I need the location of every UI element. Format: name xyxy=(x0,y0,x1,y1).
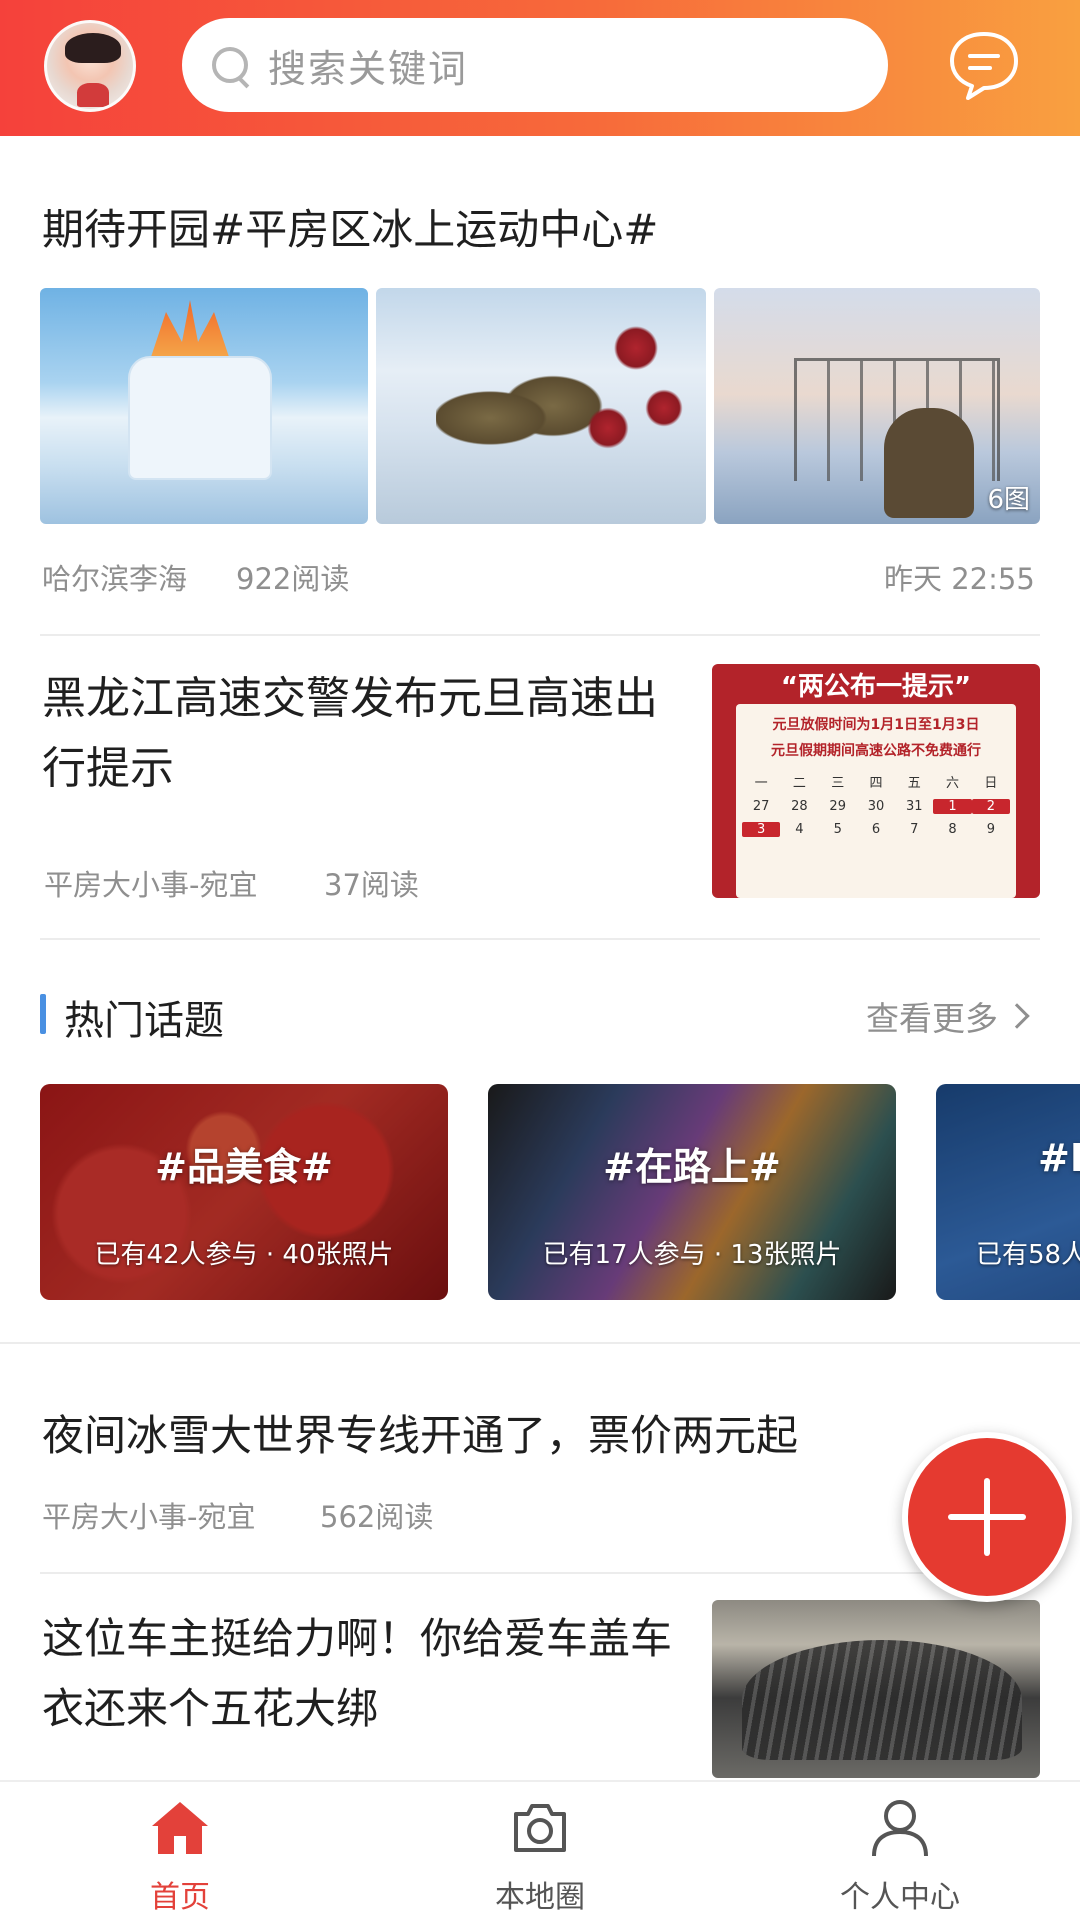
calendar-cell: 8 xyxy=(948,822,957,837)
calendar-cell: 六 xyxy=(946,776,960,791)
calendar-cell: 五 xyxy=(907,776,921,791)
nav-label: 首页 xyxy=(150,1880,210,1915)
calendar-card: 元旦放假时间为1月1日至1月3日 元旦假期期间高速公路不免费通行 一 二 三 四 五 六 日… xyxy=(736,704,1016,898)
calendar-cell: 一 xyxy=(754,776,768,791)
top-header: 搜索关键词 xyxy=(0,0,1080,136)
thumbnail-heading: “两公布一提示” xyxy=(780,672,972,702)
nav-item-home[interactable]: 首页 xyxy=(80,1782,280,1920)
article-author: 平房大小事-宛宜 xyxy=(42,1500,256,1534)
article-thumbnail[interactable]: “两公布一提示” 元旦放假时间为1月1日至1月3日 元旦假期期间高速公路不免费通… xyxy=(712,664,1040,898)
article-title[interactable]: 夜间冰雪大世界专线开通了，票价两元起 xyxy=(42,1402,798,1463)
calendar-cell: 1 xyxy=(933,799,972,814)
calendar-cell: 日 xyxy=(984,776,998,791)
article-reads: 562阅读 xyxy=(320,1500,434,1534)
topic-carousel[interactable]: #品美食# 已有42人参与 · 40张照片 #在路上# 已有17人参与 · 13… xyxy=(0,1084,1080,1300)
search-placeholder: 搜索关键词 xyxy=(268,46,469,91)
search-input[interactable]: 搜索关键词 xyxy=(182,18,888,112)
topic-stats: 已有17人参与 · 13张照片 xyxy=(542,1240,842,1270)
calendar-cell: 31 xyxy=(906,799,923,814)
article-thumbnail[interactable] xyxy=(712,1600,1040,1778)
camera-icon xyxy=(514,1804,566,1852)
calendar-cell: 3 xyxy=(742,822,781,837)
view-more-label: 查看更多 xyxy=(866,999,998,1038)
calendar-cell: 5 xyxy=(833,822,842,837)
nav-item-local-circle[interactable]: 本地圈 xyxy=(440,1782,640,1920)
divider xyxy=(40,634,1040,636)
topic-card[interactable]: #品美食# 已有42人参与 · 40张照片 xyxy=(40,1084,448,1300)
calendar-cell: 30 xyxy=(867,799,885,814)
calendar-cell: 9 xyxy=(986,822,995,837)
calendar-cell: 2 xyxy=(971,799,1010,814)
nav-label: 本地圈 xyxy=(495,1880,585,1915)
thumbnail-line: 元旦假期期间高速公路不免费通行 xyxy=(771,743,981,759)
article-title[interactable]: 期待开园#平房区冰上运动中心# xyxy=(42,196,658,257)
nav-label: 个人中心 xyxy=(840,1880,960,1915)
topic-name: #品美食# xyxy=(155,1145,333,1189)
chevron-right-icon xyxy=(1004,1003,1030,1029)
home-icon xyxy=(152,1802,208,1854)
section-accent-bar xyxy=(40,994,46,1034)
divider xyxy=(40,938,1040,940)
article-image[interactable] xyxy=(40,288,368,524)
article-reads: 37阅读 xyxy=(324,868,419,902)
calendar-cell: 29 xyxy=(829,799,846,814)
bottom-navigation: 首页 本地圈 个人中心 xyxy=(0,1780,1080,1920)
message-icon[interactable] xyxy=(946,28,1022,104)
topic-card[interactable]: #在路上# 已有17人参与 · 13张照片 xyxy=(488,1084,896,1300)
view-more-link[interactable]: 查看更多 xyxy=(866,992,1030,1040)
calendar-cell: 6 xyxy=(871,822,881,837)
user-avatar[interactable] xyxy=(44,20,136,112)
calendar-cell: 四 xyxy=(869,776,883,791)
topic-stats: 已有58人 xyxy=(976,1240,1080,1270)
nav-item-profile[interactable]: 个人中心 xyxy=(800,1782,1000,1920)
section-title: 热门话题 xyxy=(64,998,224,1044)
article-image[interactable] xyxy=(376,288,706,524)
topic-name: #Щ xyxy=(1038,1136,1080,1180)
divider xyxy=(40,1572,1040,1574)
calendar-grid: 一二三四五六日 27 28 29 30 31 1 2 3 4 5 6 7 8 9 xyxy=(742,772,1010,837)
article-title[interactable]: 这位车主挺给力啊！你给爱车盖车衣还来个五花大绑 xyxy=(42,1604,682,1744)
image-count-badge: 6图 xyxy=(987,485,1030,515)
article-reads: 922阅读 xyxy=(236,562,350,596)
calendar-cell: 28 xyxy=(791,799,808,814)
article-image-row[interactable]: 6图 xyxy=(40,288,1040,524)
user-icon xyxy=(872,1800,928,1857)
article-author: 哈尔滨李海 xyxy=(42,562,188,596)
calendar-cell: 4 xyxy=(795,822,804,837)
article-title[interactable]: 黑龙江高速交警发布元旦高速出行提示 xyxy=(42,664,662,804)
article-image[interactable]: 6图 xyxy=(714,288,1040,524)
calendar-cell: 三 xyxy=(831,776,845,791)
topic-name: #在路上# xyxy=(603,1145,781,1189)
article-time: 昨天 22:55 xyxy=(884,562,1035,596)
calendar-cell: 7 xyxy=(910,822,919,837)
calendar-cell: 27 xyxy=(752,799,770,814)
divider xyxy=(0,1342,1080,1344)
topic-card[interactable]: #Щ 已有58人 xyxy=(936,1084,1080,1300)
calendar-cell: 二 xyxy=(792,776,806,791)
search-icon xyxy=(208,43,252,87)
article-author: 平房大小事-宛宜 xyxy=(44,868,258,902)
add-post-button[interactable] xyxy=(902,1432,1072,1602)
topic-stats: 已有42人参与 · 40张照片 xyxy=(94,1240,394,1270)
thumbnail-line: 元旦放假时间为1月1日至1月3日 xyxy=(772,717,980,733)
